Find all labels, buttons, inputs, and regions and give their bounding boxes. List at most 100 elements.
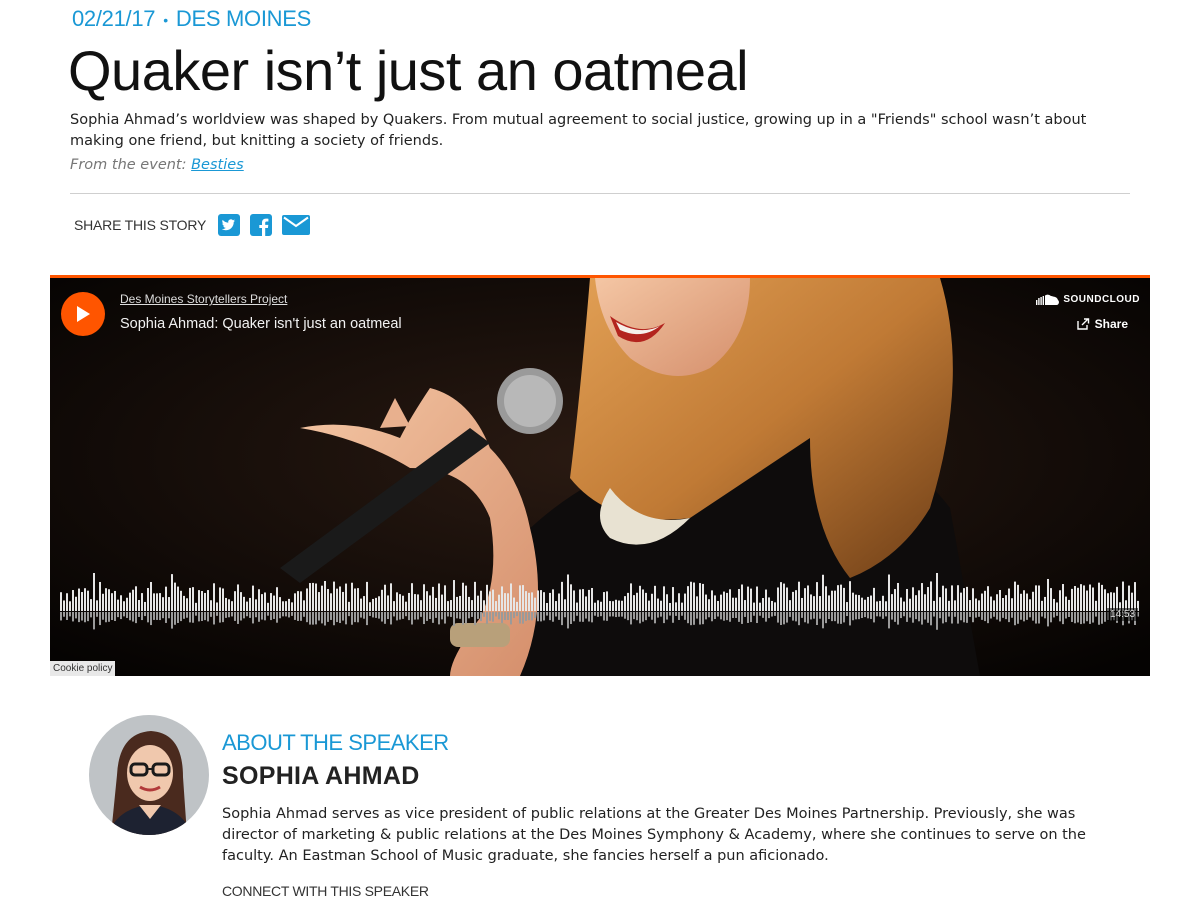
- waveform-bar: [879, 600, 881, 611]
- waveform-bar: [816, 582, 818, 611]
- event-link[interactable]: Besties: [191, 157, 244, 173]
- waveform-reflection-bar: [498, 612, 500, 620]
- waveform-bar: [1134, 582, 1136, 611]
- twitter-icon[interactable]: [218, 214, 241, 236]
- article-title: Quaker isn’t just an oatmeal: [68, 39, 749, 102]
- waveform-bar: [1002, 597, 1004, 611]
- waveform-bar: [153, 593, 155, 611]
- waveform-bar: [441, 594, 443, 611]
- play-icon: [77, 306, 90, 322]
- waveform-reflection-bar: [363, 612, 365, 619]
- waveform-bar: [774, 602, 776, 611]
- waveform-reflection-bar: [822, 612, 824, 629]
- waveform-reflection-bar: [1062, 612, 1064, 625]
- waveform-reflection-bar: [222, 612, 224, 623]
- waveform-reflection-bar: [990, 612, 992, 619]
- waveform-bar: [876, 601, 878, 611]
- waveform-bar: [339, 586, 341, 611]
- facebook-icon[interactable]: [250, 214, 273, 236]
- waveform-reflection-bar: [378, 612, 380, 619]
- soundcloud-logo[interactable]: SOUNDCLOUD: [1036, 294, 1140, 305]
- waveform-bar: [600, 601, 602, 611]
- waveform-reflection-bar: [123, 612, 125, 617]
- waveform-bar: [267, 602, 269, 611]
- waveform-bar: [525, 591, 527, 611]
- waveform-bar: [207, 590, 209, 611]
- waveform-reflection-bar: [699, 612, 701, 625]
- waveform-bar: [978, 600, 980, 611]
- uploader-link[interactable]: Des Moines Storytellers Project: [120, 292, 287, 306]
- waveform-bar: [471, 600, 473, 611]
- waveform-bar: [735, 597, 737, 611]
- waveform-bar: [921, 583, 923, 611]
- waveform-reflection-bar: [456, 612, 458, 619]
- waveform-bar: [1038, 585, 1040, 611]
- speaker-avatar: [89, 715, 209, 835]
- waveform-bar: [303, 600, 305, 611]
- waveform-reflection-bar: [303, 612, 305, 617]
- waveform-reflection-bar: [894, 612, 896, 622]
- waveform-reflection-bar: [201, 612, 203, 621]
- waveform-bar: [606, 591, 608, 611]
- waveform-reflection-bar: [366, 612, 368, 626]
- waveform-reflection-bar: [369, 612, 371, 616]
- waveform-bar: [501, 586, 503, 611]
- waveform-reflection-bar: [753, 612, 755, 616]
- waveform-reflection-bar: [1095, 612, 1097, 617]
- waveform-bar: [255, 599, 257, 611]
- player-share-button[interactable]: Share: [1076, 317, 1128, 331]
- waveform-reflection-bar: [336, 612, 338, 623]
- waveform-reflection-bar: [816, 612, 818, 626]
- play-button[interactable]: [61, 292, 105, 336]
- waveform-bar: [624, 596, 626, 611]
- email-icon[interactable]: [282, 214, 311, 236]
- waveform-bar: [615, 599, 617, 611]
- waveform-bar: [1062, 584, 1064, 611]
- waveform-reflection-bar: [453, 612, 455, 626]
- waveform-reflection-bar: [600, 612, 602, 617]
- waveform-reflection-bar: [432, 612, 434, 623]
- waveform-reflection-bar: [879, 612, 881, 617]
- waveform-reflection-bar: [78, 612, 80, 623]
- waveform-bar: [105, 588, 107, 611]
- meta-separator: •: [163, 12, 168, 29]
- waveform-reflection-bar: [858, 612, 860, 620]
- waveform-reflection-bar: [1053, 612, 1055, 618]
- waveform-bar: [186, 598, 188, 611]
- waveform-reflection-bar: [417, 612, 419, 620]
- waveform-reflection-bar: [864, 612, 866, 618]
- waveform-reflection-bar: [489, 612, 491, 621]
- waveform-bar: [630, 583, 632, 611]
- waveform-bar: [312, 582, 314, 611]
- soundcloud-brand-label: SOUNDCLOUD: [1063, 294, 1140, 305]
- waveform-bar: [210, 600, 212, 611]
- waveform-bar: [330, 593, 332, 611]
- audio-waveform[interactable]: [60, 573, 1140, 643]
- waveform-reflection-bar: [300, 612, 302, 621]
- waveform-reflection-bar: [687, 612, 689, 624]
- track-title[interactable]: Sophia Ahmad: Quaker isn't just an oatme…: [120, 316, 402, 332]
- waveform-reflection-bar: [1071, 612, 1073, 622]
- waveform-reflection-bar: [939, 612, 941, 619]
- waveform-bar: [618, 600, 620, 611]
- article-location[interactable]: DES MOINES: [176, 6, 311, 31]
- waveform-reflection-bar: [135, 612, 137, 624]
- waveform-bar: [666, 594, 668, 611]
- waveform-reflection-bar: [1050, 612, 1052, 623]
- cookie-policy-link[interactable]: Cookie policy: [50, 661, 116, 676]
- waveform-reflection-bar: [633, 612, 635, 620]
- waveform-bar: [729, 589, 731, 611]
- waveform-reflection-bar: [294, 612, 296, 620]
- waveform-reflection-bar: [810, 612, 812, 620]
- waveform-reflection-bar: [105, 612, 107, 623]
- waveform-bar: [402, 595, 404, 611]
- waveform-bar: [1095, 600, 1097, 611]
- waveform-bar: [906, 588, 908, 611]
- waveform-reflection-bar: [330, 612, 332, 620]
- waveform-reflection-bar: [312, 612, 314, 625]
- waveform-reflection-bar: [1056, 612, 1058, 616]
- waveform-reflection-bar: [156, 612, 158, 620]
- waveform-bar: [222, 588, 224, 611]
- waveform-reflection-bar: [684, 612, 686, 620]
- waveform-bar: [891, 594, 893, 611]
